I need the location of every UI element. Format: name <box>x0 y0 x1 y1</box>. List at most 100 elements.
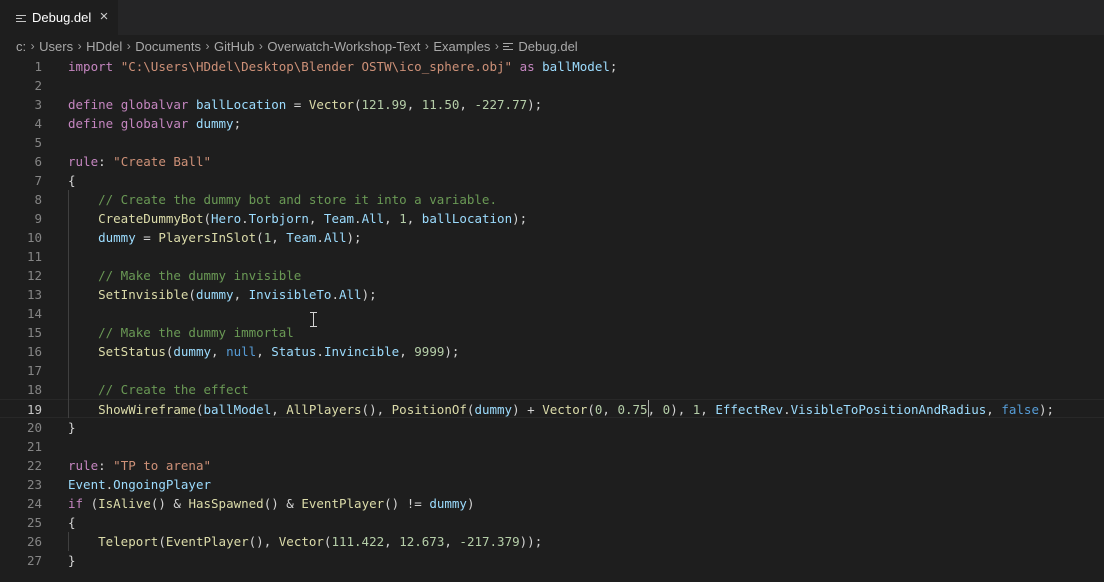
code-line[interactable]: 15 // Make the dummy immortal <box>0 323 1104 342</box>
breadcrumb: c: › Users › HDdel › Documents › GitHub › Overwatc… <box>0 35 1104 57</box>
breadcrumb-item[interactable]: Overwatch-Workshop-Text <box>267 39 420 54</box>
breadcrumb-item[interactable]: HDdel <box>86 39 122 54</box>
code-token: , <box>399 344 415 359</box>
code-text: ShowWireframe (ballModel, AllPlayers(), P… <box>68 400 1054 419</box>
chevron-right-icon: › <box>424 39 429 53</box>
code-token: HasSpawned <box>188 496 264 511</box>
code-text: dummy = PlayersInSlot(1, Team.All); <box>68 228 361 247</box>
code-token: define <box>68 97 114 112</box>
breadcrumb-file[interactable]: Debug.del <box>503 39 578 54</box>
code-token: ( <box>354 97 362 112</box>
chevron-right-icon: › <box>126 39 131 53</box>
code-token: { <box>68 173 76 188</box>
code-line[interactable]: 13 SetInvisible(dummy, InvisibleTo.All); <box>0 285 1104 304</box>
code-text: } <box>68 551 76 570</box>
code-token: ) <box>466 496 475 511</box>
code-line[interactable]: 23 Event.OngoingPlayer <box>0 475 1104 494</box>
code-token: EventPlayer <box>165 534 249 549</box>
code-token: // Make the dummy immortal <box>98 325 294 340</box>
code-text: { <box>68 513 76 532</box>
code-token: "TP to arena" <box>113 458 212 473</box>
breadcrumb-item[interactable]: Examples <box>433 39 490 54</box>
code-token: Event <box>68 477 106 492</box>
code-line[interactable]: 17 <box>0 361 1104 380</box>
line-number: 15 <box>26 325 42 340</box>
code-token: -227.77 <box>474 97 528 112</box>
code-token: ballLocation <box>421 211 513 226</box>
code-line[interactable]: 26 Teleport(EventPlayer(), Vector(111.42… <box>0 532 1104 551</box>
code-line[interactable]: 1 import "C:\Users\HDdel\Desktop\Blender … <box>0 57 1104 76</box>
code-token: , <box>647 402 663 417</box>
code-line[interactable]: 25 { <box>0 513 1104 532</box>
code-text: import "C:\Users\HDdel\Desktop\Blender O… <box>68 57 617 76</box>
code-token: , <box>444 534 460 549</box>
chevron-right-icon: › <box>77 39 82 53</box>
code-line[interactable]: 11 <box>0 247 1104 266</box>
code-line[interactable]: 10 dummy = PlayersInSlot(1, Team.All); <box>0 228 1104 247</box>
line-number: 16 <box>26 344 42 359</box>
code-token: , <box>986 402 1002 417</box>
code-token: , <box>271 402 287 417</box>
code-line[interactable]: 27} <box>0 551 1104 570</box>
breadcrumb-item[interactable]: Documents <box>135 39 201 54</box>
line-number: 23 <box>26 477 42 492</box>
code-text: Teleport(EventPlayer(), Vector(111.422, … <box>68 532 542 551</box>
tab-debug-del[interactable]: Debug.del × <box>0 0 118 35</box>
code-text: // Create the effect <box>68 380 249 399</box>
code-token: dummy <box>98 230 136 245</box>
code-token: , <box>700 402 716 417</box>
code-token: 121.99 <box>361 97 407 112</box>
code-token: EventPlayer <box>301 496 385 511</box>
code-line[interactable]: 14 <box>0 304 1104 323</box>
code-token: 1 <box>399 211 407 226</box>
code-line[interactable]: 12 // Make the dummy invisible <box>0 266 1104 285</box>
code-line[interactable]: 5 <box>0 133 1104 152</box>
code-line[interactable]: 9 CreateDummyBot(Hero.Torbjorn, Team.All… <box>0 209 1104 228</box>
line-number: 11 <box>26 249 42 264</box>
code-line[interactable]: 3 define globalvar ballLocation = Vector(… <box>0 95 1104 114</box>
code-token: ) + <box>512 402 543 417</box>
breadcrumb-item[interactable]: Users <box>39 39 73 54</box>
code-line[interactable]: 4 define globalvar dummy; <box>0 114 1104 133</box>
line-number: 17 <box>26 363 42 378</box>
code-token: // Create the effect <box>98 382 249 397</box>
code-line[interactable]: 8 // Create the dummy bot and store it i… <box>0 190 1104 209</box>
breadcrumb-item[interactable]: c: <box>16 39 26 54</box>
code-text: } <box>68 418 76 437</box>
code-token: All <box>361 211 385 226</box>
line-number: 25 <box>26 515 42 530</box>
code-line[interactable]: 21 <box>0 437 1104 456</box>
code-token: globalvar <box>120 97 189 112</box>
code-line[interactable]: 19 ShowWireframe (ballModel, AllPlayers()… <box>0 399 1104 418</box>
code-line[interactable]: 2 <box>0 76 1104 95</box>
code-token: dummy <box>173 344 212 359</box>
code-line[interactable]: 24 if (IsAlive() & HasSpawned() & EventPl… <box>0 494 1104 513</box>
code-token: , <box>459 97 475 112</box>
code-line[interactable]: 20} <box>0 418 1104 437</box>
line-number: 14 <box>26 306 42 321</box>
code-text: // Create the dummy bot and store it int… <box>68 190 497 209</box>
code-token: 111.422 <box>331 534 385 549</box>
code-token: () & <box>263 496 302 511</box>
code-line[interactable]: 16 SetStatus(dummy, null, Status.Invinci… <box>0 342 1104 361</box>
code-token: 12.673 <box>399 534 445 549</box>
code-token: , <box>271 230 287 245</box>
code-token: : <box>98 154 114 169</box>
code-token: Vector <box>278 534 324 549</box>
code-line[interactable]: 18 // Create the effect <box>0 380 1104 399</box>
code-token: dummy <box>474 402 513 417</box>
close-icon[interactable]: × <box>96 9 112 25</box>
code-editor[interactable]: 1 import "C:\Users\HDdel\Desktop\Blender … <box>0 57 1104 582</box>
code-line[interactable]: 22 rule: "TP to arena" <box>0 456 1104 475</box>
breadcrumb-item[interactable]: GitHub <box>214 39 254 54</box>
file-lines-icon <box>16 13 26 23</box>
line-number: 10 <box>26 230 42 245</box>
line-number: 21 <box>26 439 42 454</box>
code-line[interactable]: 7{ <box>0 171 1104 190</box>
line-number: 9 <box>34 211 42 226</box>
code-line[interactable]: 6 rule: "Create Ball" <box>0 152 1104 171</box>
code-text: if (IsAlive() & HasSpawned() & EventPlay… <box>68 494 474 513</box>
code-text: define globalvar dummy; <box>68 114 241 133</box>
